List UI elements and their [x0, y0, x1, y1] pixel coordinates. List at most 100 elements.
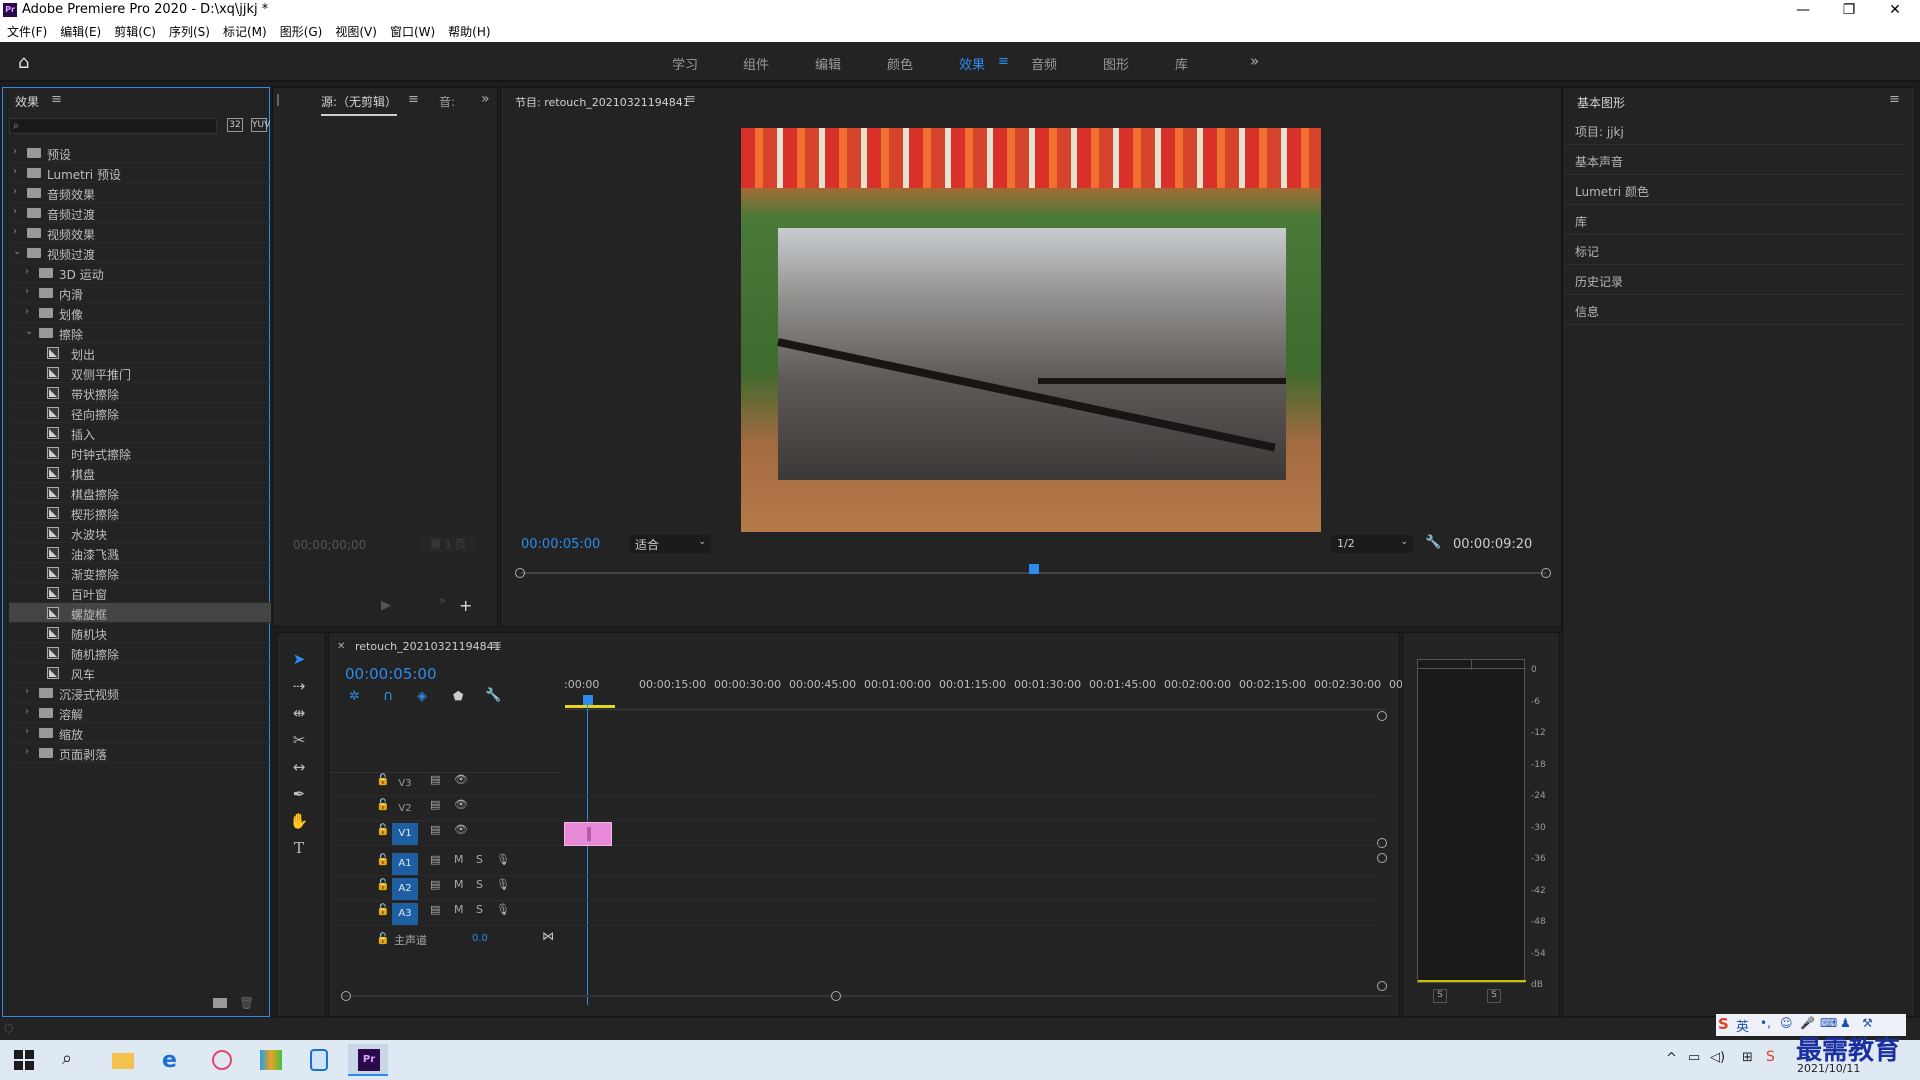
microphone-icon[interactable]: 🎙 — [496, 903, 510, 916]
video-track-row[interactable]: 🔓 V2 ▤ 👁 — [330, 797, 1380, 821]
tree-item[interactable]: 油漆飞溅 — [9, 543, 271, 563]
pen-tool-icon[interactable]: ✒ — [287, 785, 311, 809]
scroll-start-handle[interactable] — [341, 991, 351, 1001]
tree-item[interactable]: › 内滑 — [9, 283, 271, 303]
chevron-right-icon[interactable]: › — [13, 186, 17, 197]
workspace-audio[interactable]: 音频 — [1031, 54, 1057, 73]
play-icon[interactable]: ▶ — [381, 598, 391, 613]
sync-lock-icon[interactable]: ▤ — [430, 903, 440, 916]
panel-item-markers[interactable]: 标记 — [1565, 235, 1905, 265]
timeline-timecode[interactable]: 00:00:05:00 — [345, 665, 437, 683]
add-marker-icon[interactable]: ⬟ — [453, 689, 463, 703]
tree-item[interactable]: › 沉浸式视频 — [9, 683, 271, 703]
timeline-settings-wrench-icon[interactable]: 🔧 — [485, 688, 501, 703]
audio-clip-mixer-tab[interactable]: 音: — [439, 93, 455, 110]
ripple-edit-tool-icon[interactable]: ⇹ — [287, 704, 311, 728]
solo-button[interactable]: S — [476, 853, 483, 866]
track-target-label[interactable]: V1 — [392, 823, 418, 845]
master-go-to-icon[interactable]: ⋈ — [542, 929, 554, 943]
playhead-handle[interactable] — [1028, 564, 1039, 574]
microphone-icon[interactable]: 🎙 — [496, 853, 510, 866]
lock-icon[interactable]: 🔓 — [376, 878, 390, 891]
panel-item-essential-sound[interactable]: 基本声音 — [1565, 145, 1905, 175]
eye-icon[interactable]: 👁 — [454, 798, 468, 811]
panel-menu-icon[interactable]: ≡ — [51, 92, 62, 107]
tablet-app-icon[interactable] — [298, 1044, 338, 1076]
tree-item[interactable]: › 音频效果 — [9, 183, 271, 203]
add-button[interactable]: + — [459, 596, 472, 615]
chevron-down-icon[interactable]: ⌄ — [13, 246, 21, 257]
fit-select[interactable]: 适合 ⌄ — [629, 535, 711, 553]
yuv-effects-icon[interactable]: YUV — [251, 118, 270, 132]
workspace-menu-icon[interactable]: ≡ — [998, 54, 1009, 69]
tree-item[interactable]: 随机擦除 — [9, 643, 271, 663]
audio-track-row[interactable]: 🔓 A1 ▤ M S 🎙 — [330, 852, 1380, 876]
network-icon[interactable]: ▭ — [1688, 1050, 1700, 1065]
menu-help[interactable]: 帮助(H) — [441, 20, 496, 40]
solo-button[interactable]: S — [476, 903, 483, 916]
program-timecode[interactable]: 00:00:05:00 — [521, 537, 600, 552]
chevron-right-icon[interactable]: › — [25, 706, 29, 717]
more-workspaces-icon[interactable]: » — [1250, 52, 1259, 70]
lock-icon[interactable]: 🔓 — [376, 773, 390, 786]
sync-lock-icon[interactable]: ▤ — [430, 823, 440, 836]
more-controls-icon[interactable]: » — [439, 594, 446, 607]
windows-start-icon[interactable] — [14, 1050, 34, 1070]
sync-lock-icon[interactable]: ▤ — [430, 773, 440, 786]
audio-track-row[interactable]: 🔓 A3 ▤ M S 🎙 — [330, 902, 1380, 926]
lock-icon[interactable]: 🔓 — [376, 823, 390, 836]
tree-item[interactable]: ⌄ 擦除 — [9, 323, 271, 343]
close-tab-icon[interactable]: ✕ — [337, 641, 345, 652]
sync-lock-icon[interactable]: ▤ — [430, 798, 440, 811]
track-select-tool-icon[interactable]: ⇢ — [287, 677, 311, 701]
lock-icon[interactable]: 🔓 — [376, 932, 390, 945]
timeline-playhead-handle[interactable] — [583, 695, 593, 705]
menu-file[interactable]: 文件(F) — [0, 20, 53, 40]
v1-clip[interactable] — [564, 822, 612, 846]
lock-icon[interactable]: 🔓 — [376, 798, 390, 811]
essential-graphics-title[interactable]: 基本图形 — [1577, 94, 1625, 111]
ime-tools-icon[interactable]: ⚒ — [1862, 1016, 1873, 1030]
chevron-right-icon[interactable]: › — [25, 266, 29, 277]
work-area-bar[interactable] — [565, 705, 615, 708]
meter-solo-left-button[interactable]: S — [1433, 989, 1447, 1003]
panel-menu-icon[interactable]: ≡ — [408, 92, 419, 107]
new-bin-icon[interactable] — [213, 998, 227, 1008]
razor-tool-icon[interactable]: ✂ — [287, 731, 311, 755]
panel-menu-icon[interactable]: ≡ — [491, 638, 502, 653]
workspace-editing[interactable]: 编辑 — [815, 54, 841, 73]
restore-button[interactable]: ❐ — [1826, 0, 1872, 20]
selection-tool-icon[interactable]: ➤ — [287, 650, 311, 674]
file-explorer-icon[interactable] — [102, 1044, 142, 1076]
master-volume-value[interactable]: 0.0 — [472, 933, 488, 944]
more-tabs-icon[interactable]: » — [481, 91, 490, 107]
tree-item[interactable]: 双侧平推门 — [9, 363, 271, 383]
chevron-right-icon[interactable]: › — [13, 226, 17, 237]
ime-emoji-icon[interactable]: ☺ — [1780, 1016, 1793, 1030]
solo-button[interactable]: S — [476, 878, 483, 891]
photos-app-icon[interactable] — [250, 1044, 290, 1076]
workspace-effects[interactable]: 效果 — [959, 54, 985, 73]
chevron-down-icon[interactable]: ⌄ — [25, 326, 33, 337]
workspace-assembly[interactable]: 组件 — [743, 54, 769, 73]
slip-tool-icon[interactable]: ↔ — [287, 758, 311, 782]
tree-item[interactable]: 插入 — [9, 423, 271, 443]
chevron-right-icon[interactable]: › — [25, 726, 29, 737]
sogou-tray-icon[interactable]: S — [1766, 1049, 1775, 1065]
mute-button[interactable]: M — [454, 853, 464, 866]
menu-window[interactable]: 窗口(W) — [383, 20, 441, 40]
app-icon[interactable] — [202, 1044, 242, 1076]
panel-item-project[interactable]: 项目: jjkj — [1565, 115, 1905, 145]
menu-view[interactable]: 视图(V) — [328, 20, 383, 40]
microphone-icon[interactable]: 🎙 — [496, 878, 510, 891]
tree-item[interactable]: 风车 — [9, 663, 271, 683]
chevron-right-icon[interactable]: › — [25, 286, 29, 297]
menu-sequence[interactable]: 序列(S) — [162, 20, 216, 40]
tree-item[interactable]: › 页面剥落 — [9, 743, 271, 763]
chevron-right-icon[interactable]: › — [13, 206, 17, 217]
menu-edit[interactable]: 编辑(E) — [53, 20, 107, 40]
video-track-row[interactable]: 🔓 V3 ▤ 👁 — [330, 772, 1380, 796]
sync-lock-icon[interactable]: ▤ — [430, 878, 440, 891]
panel-item-libraries[interactable]: 库 — [1565, 205, 1905, 235]
audio-track-row[interactable]: 🔓 A2 ▤ M S 🎙 — [330, 877, 1380, 901]
